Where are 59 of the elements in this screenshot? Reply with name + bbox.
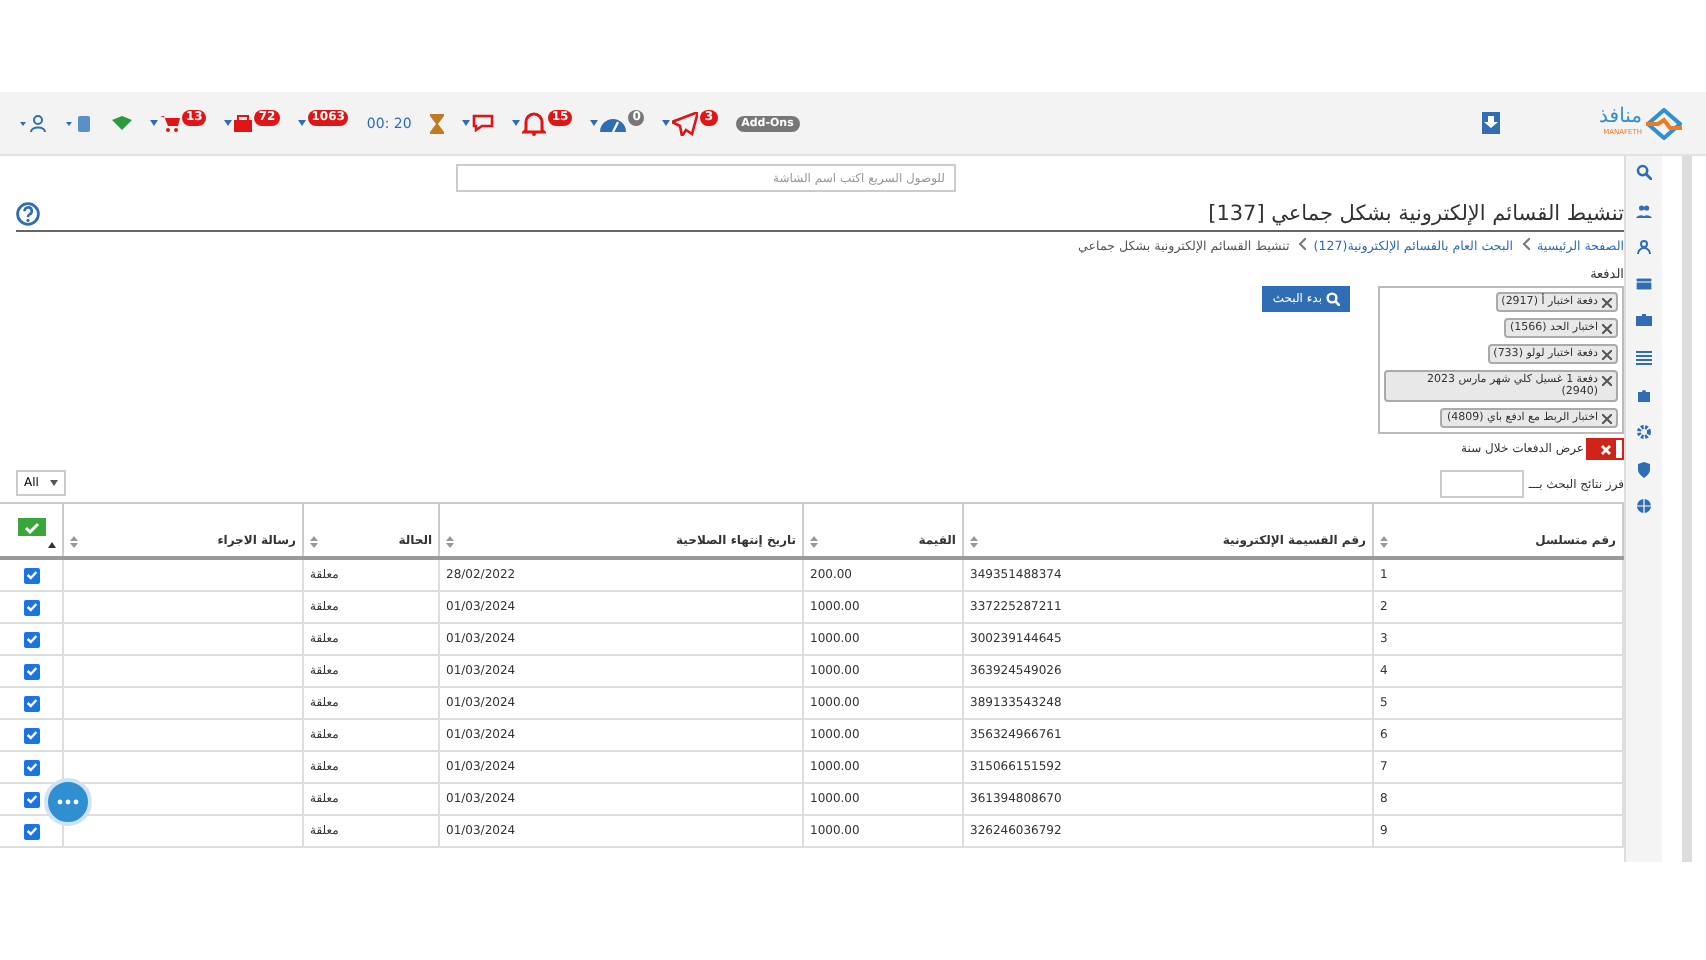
cart-icon[interactable] — [160, 114, 180, 132]
dots-icon — [56, 798, 80, 806]
list-icon[interactable] — [1636, 349, 1652, 366]
sort-icon — [70, 535, 78, 547]
sort-icon — [1380, 535, 1388, 547]
row-checkbox[interactable] — [23, 695, 39, 711]
x-icon — [1599, 443, 1611, 455]
caret-icon[interactable] — [150, 120, 158, 126]
gear-icon[interactable] — [1636, 424, 1652, 441]
row-checkbox[interactable] — [23, 823, 39, 839]
caret-icon[interactable] — [297, 120, 306, 126]
row-checkbox[interactable] — [23, 663, 39, 679]
hourglass-icon — [429, 113, 444, 133]
bell-icon[interactable] — [521, 110, 546, 136]
card-icon[interactable] — [1636, 275, 1652, 292]
select-all-checkbox[interactable] — [17, 518, 45, 536]
remove-icon[interactable] — [1602, 414, 1612, 424]
help-icon[interactable] — [16, 202, 40, 226]
caret-icon[interactable] — [590, 120, 599, 126]
remove-icon[interactable] — [1602, 298, 1612, 308]
toggle-switch[interactable] — [1586, 438, 1624, 460]
sort-icon — [310, 535, 318, 547]
search-icon — [1326, 292, 1340, 306]
remove-icon[interactable] — [1602, 350, 1612, 360]
page-title: تنشيط القسائم الإلكترونية بشكل جماعي [137] — [1208, 202, 1624, 226]
logo-icon — [1646, 107, 1682, 139]
sort-icon — [810, 535, 818, 547]
globe-icon[interactable] — [1636, 498, 1652, 515]
download-icon[interactable] — [1481, 112, 1500, 134]
chat-button[interactable] — [44, 778, 92, 826]
sort-icon[interactable] — [48, 542, 56, 548]
row-checkbox[interactable] — [23, 791, 39, 807]
paper-plane-icon[interactable] — [672, 111, 699, 135]
row-checkbox[interactable] — [23, 631, 39, 647]
search-icon[interactable] — [1636, 164, 1652, 180]
caret-icon — [50, 480, 59, 486]
row-checkbox[interactable] — [23, 599, 39, 615]
logo-text: منافذ — [1599, 108, 1642, 128]
sort-icon — [446, 535, 454, 547]
tablet-menu-icon[interactable] — [66, 114, 94, 132]
caret-icon[interactable] — [662, 120, 671, 126]
caret-icon[interactable] — [224, 120, 233, 126]
sort-icon — [970, 535, 978, 547]
row-checkbox[interactable] — [23, 759, 39, 775]
breadcrumb-separator-icon — [1521, 238, 1530, 254]
users-icon[interactable] — [1636, 201, 1652, 218]
sort-field[interactable] — [1440, 470, 1525, 498]
breadcrumb-separator-icon — [1297, 238, 1306, 254]
user-menu-icon[interactable] — [20, 114, 48, 132]
caret-icon[interactable] — [511, 120, 520, 126]
bag-icon[interactable] — [234, 114, 253, 132]
remove-icon[interactable] — [1602, 324, 1612, 334]
row-checkbox[interactable] — [23, 567, 39, 583]
row-checkbox[interactable] — [23, 727, 39, 743]
user-icon[interactable] — [1636, 238, 1652, 255]
remove-icon[interactable] — [1602, 376, 1612, 386]
caret-icon[interactable] — [461, 120, 470, 126]
chat-icon[interactable] — [471, 114, 494, 132]
shield-icon[interactable] — [1636, 461, 1652, 478]
